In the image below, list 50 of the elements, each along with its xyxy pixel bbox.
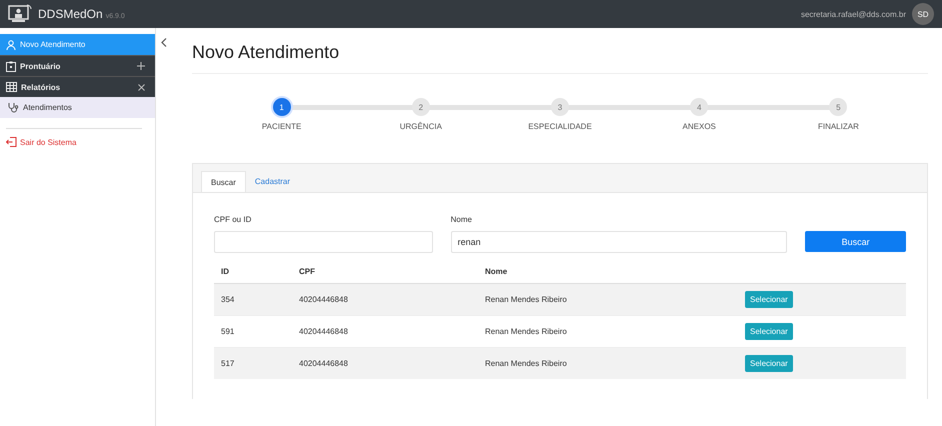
table-cell: 40204446848 bbox=[299, 359, 348, 368]
exit-icon bbox=[6, 137, 17, 147]
step-label: ESPECIALIDADE bbox=[528, 122, 592, 131]
search-button[interactable]: Buscar bbox=[805, 231, 906, 252]
select-button[interactable]: Selecionar bbox=[745, 355, 793, 372]
column-header: Nome bbox=[485, 266, 508, 276]
table-cell: 354 bbox=[221, 295, 234, 304]
name-field[interactable]: renan bbox=[450, 231, 788, 253]
step-number: 4 bbox=[690, 98, 708, 116]
step-label: URGÊNCIA bbox=[400, 122, 442, 131]
table-icon bbox=[6, 82, 17, 92]
sidebar-subitem[interactable]: Atendimentos bbox=[0, 97, 155, 118]
app-name: DDSMedOn bbox=[38, 7, 103, 21]
select-button[interactable]: Selecionar bbox=[745, 291, 793, 308]
user-email: secretaria.rafael@dds.com.br bbox=[800, 10, 906, 18]
select-button[interactable]: Selecionar bbox=[745, 323, 793, 340]
page-title: Novo Atendimento bbox=[192, 41, 340, 63]
stethoscope-icon bbox=[8, 102, 19, 113]
user-icon bbox=[6, 40, 16, 50]
table-cell: Renan Mendes Ribeiro bbox=[485, 295, 567, 304]
logout-link[interactable]: Sair do Sistema bbox=[0, 137, 82, 147]
monitor-logo-icon bbox=[8, 4, 32, 24]
sidebar-group[interactable]: Prontuário bbox=[0, 55, 155, 76]
step-label: ANEXOS bbox=[682, 122, 716, 131]
cpf-field[interactable] bbox=[214, 231, 433, 253]
step-number: 5 bbox=[829, 98, 848, 116]
table-cell: Renan Mendes Ribeiro bbox=[485, 327, 567, 336]
step-number: 1 bbox=[272, 98, 291, 116]
plus-icon bbox=[137, 62, 145, 70]
field-label: Nome bbox=[450, 215, 473, 224]
column-header: CPF bbox=[299, 266, 315, 276]
table-cell: Renan Mendes Ribeiro bbox=[485, 359, 567, 368]
step-number: 2 bbox=[412, 98, 430, 116]
tab[interactable]: Buscar bbox=[201, 171, 246, 192]
clipboard-icon bbox=[6, 60, 16, 72]
step-number: 3 bbox=[551, 98, 569, 116]
step-label: FINALIZAR bbox=[818, 122, 859, 131]
field-label: CPF ou ID bbox=[214, 215, 252, 224]
table-cell: 517 bbox=[221, 359, 234, 368]
close-icon bbox=[138, 84, 145, 90]
chevron-left-icon[interactable] bbox=[161, 38, 167, 47]
user-avatar[interactable]: SD bbox=[912, 3, 934, 25]
column-header: ID bbox=[221, 266, 229, 276]
sidebar-item[interactable]: Novo Atendimento bbox=[0, 34, 155, 55]
step-label: PACIENTE bbox=[262, 122, 302, 131]
table-cell: 40204446848 bbox=[299, 295, 348, 304]
tab[interactable]: Cadastrar bbox=[246, 171, 300, 192]
table-cell: 40204446848 bbox=[299, 327, 348, 336]
sidebar-group[interactable]: Relatórios bbox=[0, 76, 155, 97]
table-cell: 591 bbox=[221, 327, 234, 336]
